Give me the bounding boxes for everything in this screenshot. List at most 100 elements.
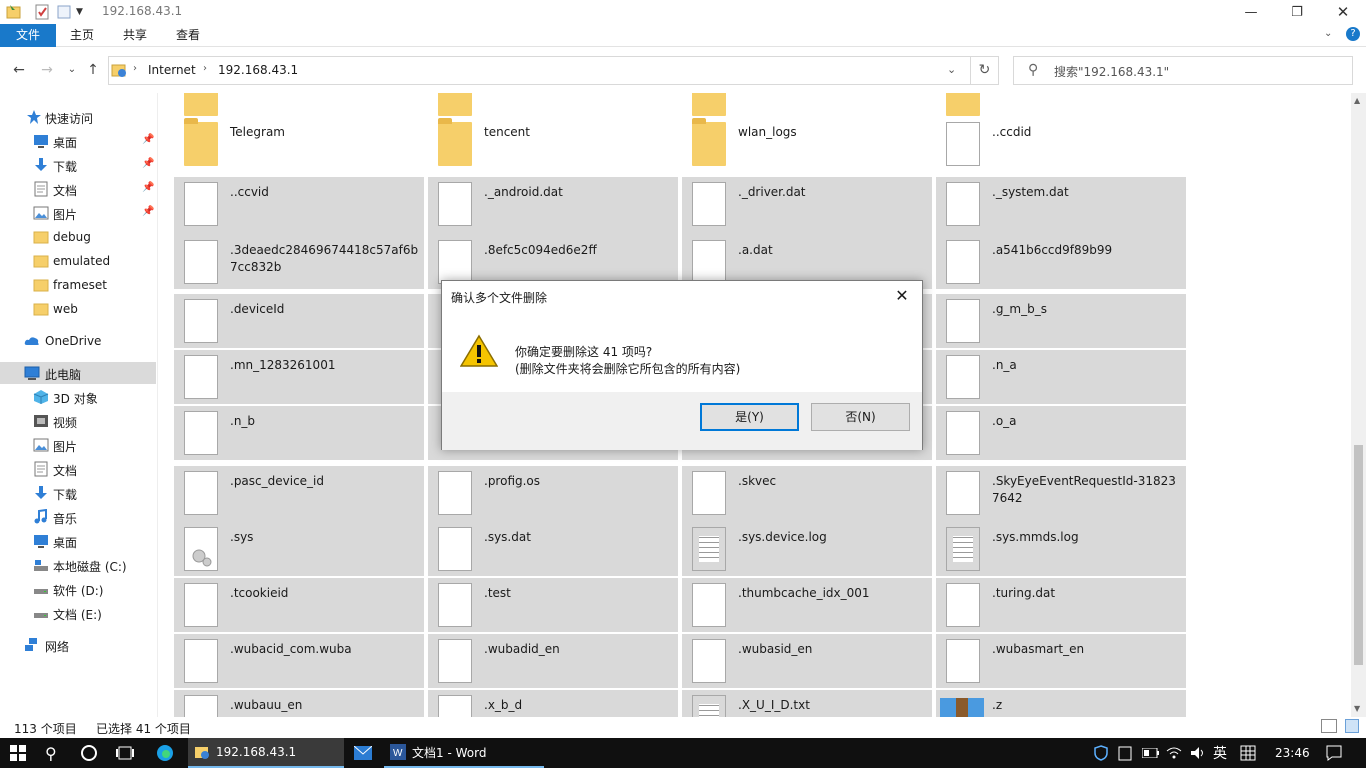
ime-keyboard-icon[interactable] — [1240, 738, 1256, 768]
nav-pc-item-2[interactable]: 图片 — [0, 434, 156, 456]
ime-mode[interactable]: 英 — [1213, 738, 1227, 768]
maximize-button[interactable]: ❐ — [1274, 0, 1320, 24]
search-input[interactable]: ⚲ 搜索"192.168.43.1" — [1013, 56, 1353, 85]
forward-button[interactable]: → — [38, 61, 56, 79]
file-tile[interactable]: .test — [428, 578, 678, 632]
new-folder-icon[interactable] — [56, 4, 72, 20]
file-tile[interactable]: .thumbcache_idx_001 — [682, 578, 932, 632]
dialog-close-button[interactable]: ✕ — [888, 285, 916, 307]
nav-pc-item-8[interactable]: 软件 (D:) — [0, 578, 156, 600]
file-tile[interactable]: .n_a — [936, 350, 1186, 404]
file-tile[interactable]: .skvec — [682, 466, 932, 524]
battery-icon[interactable] — [1142, 738, 1160, 768]
file-tile[interactable]: .x_b_d — [428, 690, 678, 717]
nav-pc-item-5[interactable]: 音乐 — [0, 506, 156, 528]
file-tile[interactable]: .pasc_device_id — [174, 466, 424, 524]
file-tile[interactable]: ._android.dat — [428, 177, 678, 235]
file-tile[interactable]: .sys.dat — [428, 522, 678, 576]
nav-item-2[interactable]: 文档 📌 — [0, 178, 156, 200]
tab-view[interactable]: 查看 — [164, 24, 212, 47]
help-icon[interactable]: ? — [1346, 27, 1360, 41]
file-tile[interactable]: .z — [936, 690, 1186, 717]
file-tile[interactable]: .wubasmart_en — [936, 634, 1186, 688]
pin-icon[interactable]: 📌 — [142, 158, 154, 169]
address-bar[interactable]: › Internet › 192.168.43.1 ⌄ — [108, 56, 971, 85]
security-shield-icon[interactable] — [1094, 738, 1108, 768]
nav-this-pc[interactable]: 此电脑 — [0, 362, 156, 384]
file-tile[interactable]: .turing.dat — [936, 578, 1186, 632]
file-tile[interactable]: ..ccvid — [174, 177, 424, 235]
notification-icon[interactable] — [1326, 738, 1342, 768]
collapse-ribbon-icon[interactable]: ⌄ — [1324, 28, 1332, 39]
taskbar-explorer-window[interactable]: 192.168.43.1 — [188, 738, 344, 768]
nav-item-5[interactable]: emulated — [0, 250, 156, 272]
pin-icon[interactable]: 📌 — [142, 134, 154, 145]
file-tile[interactable]: .a541b6ccd9f89b99 — [936, 235, 1186, 289]
tab-share[interactable]: 共享 — [111, 24, 159, 47]
nav-pc-item-4[interactable]: 下载 — [0, 482, 156, 504]
scrollbar-thumb[interactable] — [1354, 445, 1363, 665]
pin-icon[interactable]: 📌 — [142, 206, 154, 217]
tab-home[interactable]: 主页 — [58, 24, 106, 47]
large-icons-view-icon[interactable] — [1345, 719, 1359, 733]
nav-item-6[interactable]: frameset — [0, 274, 156, 296]
file-tile[interactable]: ._system.dat — [936, 177, 1186, 235]
file-tile[interactable]: .profig.os — [428, 466, 678, 524]
clock[interactable]: 23:46 — [1275, 738, 1310, 768]
nav-pc-item-0[interactable]: 3D 对象 — [0, 386, 156, 408]
wifi-icon[interactable] — [1166, 738, 1182, 768]
scroll-up-icon[interactable]: ▲ — [1354, 96, 1360, 105]
taskbar-word-window[interactable]: W 文档1 - Word — [384, 738, 544, 768]
address-dropdown-icon[interactable]: ⌄ — [947, 63, 956, 76]
file-tile[interactable]: .wubadid_en — [428, 634, 678, 688]
file-tile[interactable]: .sys — [174, 522, 424, 576]
breadcrumb-host[interactable]: 192.168.43.1 — [218, 63, 298, 77]
nav-pc-item-9[interactable]: 文档 (E:) — [0, 602, 156, 624]
file-tile[interactable]: .g_m_b_s — [936, 294, 1186, 348]
nav-pc-item-3[interactable]: 文档 — [0, 458, 156, 480]
file-tile[interactable]: Telegram — [174, 117, 424, 171]
nav-item-1[interactable]: 下载 📌 — [0, 154, 156, 176]
pin-icon[interactable]: 📌 — [142, 182, 154, 193]
back-button[interactable]: ← — [10, 61, 28, 79]
mail-icon[interactable] — [354, 738, 372, 768]
vertical-scrollbar[interactable]: ▲ ▼ — [1351, 93, 1366, 717]
file-tile[interactable]: .wubauu_en — [174, 690, 424, 717]
folder-properties-icon[interactable] — [6, 4, 22, 20]
close-button[interactable]: ✕ — [1320, 0, 1366, 24]
nav-quick-access[interactable]: 快速访问 — [0, 106, 156, 128]
nav-network[interactable]: 网络 — [0, 634, 156, 656]
properties-icon[interactable] — [34, 4, 50, 20]
file-tile[interactable]: .deviceId — [174, 294, 424, 348]
nav-pc-item-7[interactable]: 本地磁盘 (C:) — [0, 554, 156, 576]
file-tile[interactable]: .mn_1283261001 — [174, 350, 424, 404]
nav-item-7[interactable]: web — [0, 298, 156, 320]
file-tile[interactable]: .o_a — [936, 406, 1186, 460]
edge-browser-icon[interactable] — [156, 738, 174, 768]
recent-locations-button[interactable]: ⌄ — [63, 61, 81, 79]
search-taskbar-icon[interactable]: ⚲ — [45, 738, 57, 768]
file-tile[interactable]: ..ccdid — [936, 117, 1186, 171]
nav-item-3[interactable]: 图片 📌 — [0, 202, 156, 224]
clipboard-icon[interactable] — [1118, 738, 1132, 768]
start-button[interactable] — [10, 738, 26, 768]
customize-quick-access-icon[interactable]: ▼ — [76, 4, 92, 20]
minimize-button[interactable]: — — [1228, 0, 1274, 24]
cortana-icon[interactable] — [80, 738, 98, 768]
volume-icon[interactable] — [1190, 738, 1206, 768]
file-tile[interactable]: tencent — [428, 117, 678, 171]
up-button[interactable]: ↑ — [84, 61, 102, 79]
nav-pc-item-6[interactable]: 桌面 — [0, 530, 156, 552]
tab-file[interactable]: 文件 — [0, 24, 56, 47]
file-tile[interactable]: .3deaedc28469674418c57af6b7cc832b — [174, 235, 424, 289]
file-tile[interactable]: .tcookieid — [174, 578, 424, 632]
nav-item-0[interactable]: 桌面 📌 — [0, 130, 156, 152]
file-tile[interactable]: .SkyEyeEventRequestId-318237642 — [936, 466, 1186, 524]
breadcrumb-internet[interactable]: Internet — [148, 63, 196, 77]
no-button[interactable]: 否(N) — [811, 403, 910, 431]
nav-onedrive[interactable]: OneDrive — [0, 330, 156, 352]
refresh-button[interactable]: ↻ — [971, 56, 999, 85]
file-tile[interactable]: ._driver.dat — [682, 177, 932, 235]
details-view-icon[interactable] — [1321, 719, 1337, 733]
file-tile[interactable]: .sys.mmds.log — [936, 522, 1186, 576]
